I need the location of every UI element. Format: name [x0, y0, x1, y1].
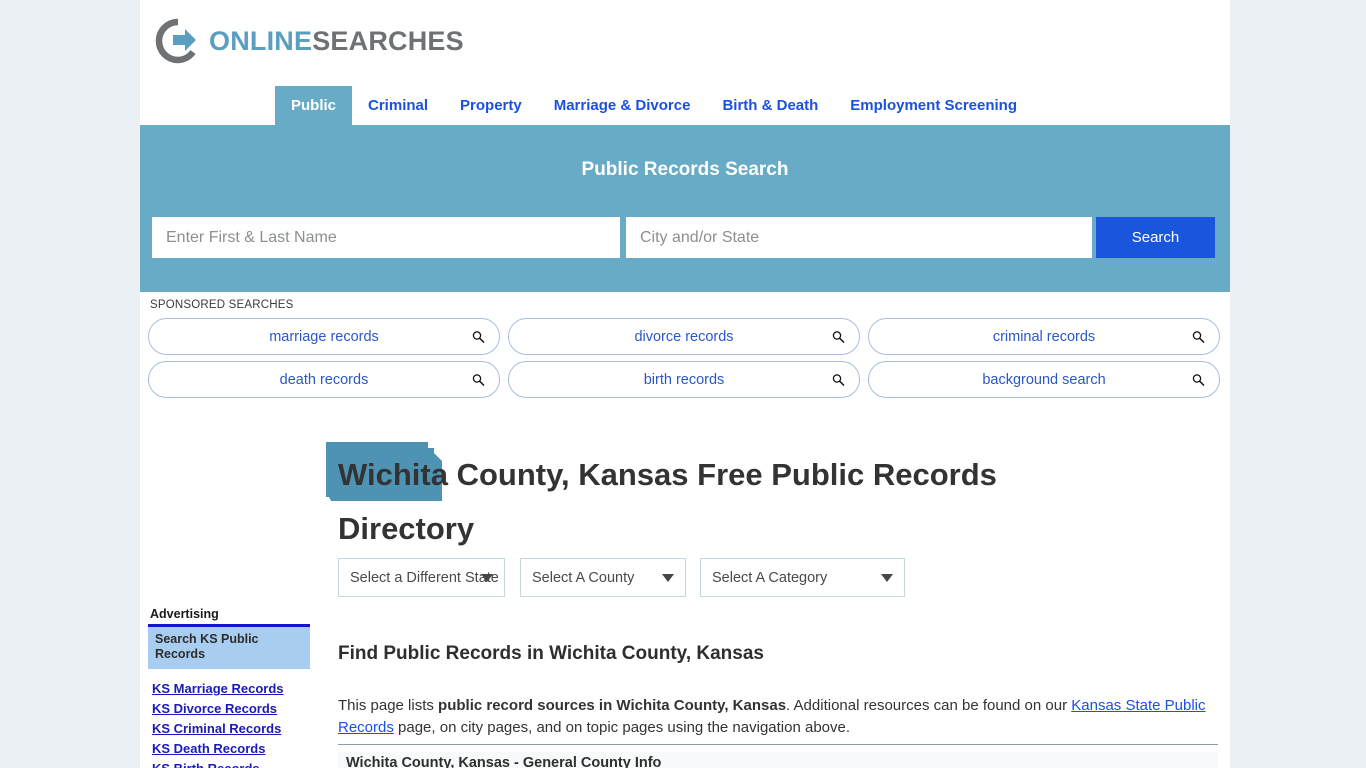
county-select[interactable]: Select A County [520, 558, 686, 597]
sponsored-pill-divorce-records[interactable]: divorce records [508, 318, 860, 355]
sponsored-pill-criminal-records[interactable]: criminal records [868, 318, 1220, 355]
sponsored-pill-background-search[interactable]: background search [868, 361, 1220, 398]
section-divider [338, 744, 1218, 745]
nav-item-public[interactable]: Public [275, 86, 353, 125]
site-logo[interactable]: ONLINESEARCHES [155, 18, 464, 64]
category-select-label: Select A Category [712, 569, 828, 586]
sponsored-row: marriage records divorce records crimina… [148, 318, 1220, 355]
intro-paragraph: This page lists public record sources in… [338, 695, 1218, 739]
pill-label: death records [279, 371, 369, 388]
state-select[interactable]: Select a Different State [338, 558, 505, 597]
advertising-label: Advertising [150, 607, 219, 621]
sponsored-searches-list: marriage records divorce records crimina… [148, 318, 1220, 404]
pill-label: birth records [643, 371, 725, 388]
search-name-input[interactable] [152, 217, 620, 258]
sponsored-searches-label: SPONSORED SEARCHES [150, 299, 294, 311]
state-select-label: Select a Different State [350, 569, 499, 586]
sidebar-link-ks-death-records[interactable]: KS Death Records [152, 741, 310, 756]
sidebar-link-ks-marriage-records[interactable]: KS Marriage Records [152, 681, 310, 696]
nav-item-property[interactable]: Property [444, 86, 538, 125]
pill-label: background search [982, 371, 1106, 388]
sponsored-pill-death-records[interactable]: death records [148, 361, 500, 398]
ad-box[interactable]: Search KS Public Records [148, 624, 310, 669]
ad-box-text: Search KS Public Records [155, 632, 259, 661]
nav-item-marriage-divorce[interactable]: Marriage & Divorce [538, 86, 707, 125]
search-band: Public Records Search Search [140, 125, 1230, 292]
magnifier-icon [472, 330, 485, 343]
circle-arrow-icon [155, 18, 201, 64]
magnifier-icon [1192, 330, 1205, 343]
sidebar-link-ks-birth-records[interactable]: KS Birth Records [152, 761, 310, 768]
search-heading: Public Records Search [581, 159, 789, 180]
pill-label: divorce records [634, 328, 734, 345]
magnifier-icon [1192, 373, 1205, 386]
magnifier-icon [832, 373, 845, 386]
primary-nav: Public Criminal Property Marriage & Divo… [275, 86, 1033, 125]
content-container: ONLINESEARCHES Public Criminal Property … [140, 0, 1230, 768]
magnifier-icon [832, 330, 845, 343]
page-title: Wichita County, Kansas Free Public Recor… [338, 456, 997, 546]
search-location-input[interactable] [626, 217, 1092, 258]
pill-label: marriage records [269, 328, 379, 345]
filter-dropdowns: Select a Different State Select A County… [338, 558, 905, 597]
logo-text: ONLINESEARCHES [209, 26, 464, 57]
page-root: ONLINESEARCHES Public Criminal Property … [0, 0, 1366, 768]
general-county-info-heading: Wichita County, Kansas - General County … [346, 755, 662, 768]
sponsored-pill-marriage-records[interactable]: marriage records [148, 318, 500, 355]
chevron-down-icon [662, 573, 674, 582]
sidebar-links: KS Marriage Records KS Divorce Records K… [148, 681, 310, 768]
logo-text-online: ONLINE [209, 25, 313, 56]
chevron-down-icon [481, 573, 493, 582]
chevron-down-icon [881, 573, 893, 582]
nav-item-employment-screening[interactable]: Employment Screening [834, 86, 1033, 125]
paragraph-text-2: . Additional resources can be found on o… [786, 697, 1072, 714]
search-submit-button[interactable]: Search [1096, 217, 1215, 258]
category-select[interactable]: Select A Category [700, 558, 905, 597]
nav-item-criminal[interactable]: Criminal [352, 86, 444, 125]
county-select-label: Select A County [532, 569, 635, 586]
magnifier-icon [472, 373, 485, 386]
sponsored-row: death records birth records background s… [148, 361, 1220, 398]
section-heading: Find Public Records in Wichita County, K… [338, 642, 764, 664]
sidebar-link-ks-criminal-records[interactable]: KS Criminal Records [152, 721, 310, 736]
search-form: Search [152, 217, 1215, 258]
sidebar-link-ks-divorce-records[interactable]: KS Divorce Records [152, 701, 310, 716]
logo-text-searches: SEARCHES [312, 25, 464, 56]
nav-item-birth-death[interactable]: Birth & Death [706, 86, 834, 125]
paragraph-text-1: This page lists [338, 697, 439, 714]
paragraph-bold: public record sources in Wichita County,… [438, 697, 787, 714]
sponsored-pill-birth-records[interactable]: birth records [508, 361, 860, 398]
pill-label: criminal records [992, 328, 1096, 345]
paragraph-text-3: page, on city pages, and on topic pages … [393, 719, 851, 736]
sidebar: Advertising Search KS Public Records KS … [148, 607, 310, 768]
